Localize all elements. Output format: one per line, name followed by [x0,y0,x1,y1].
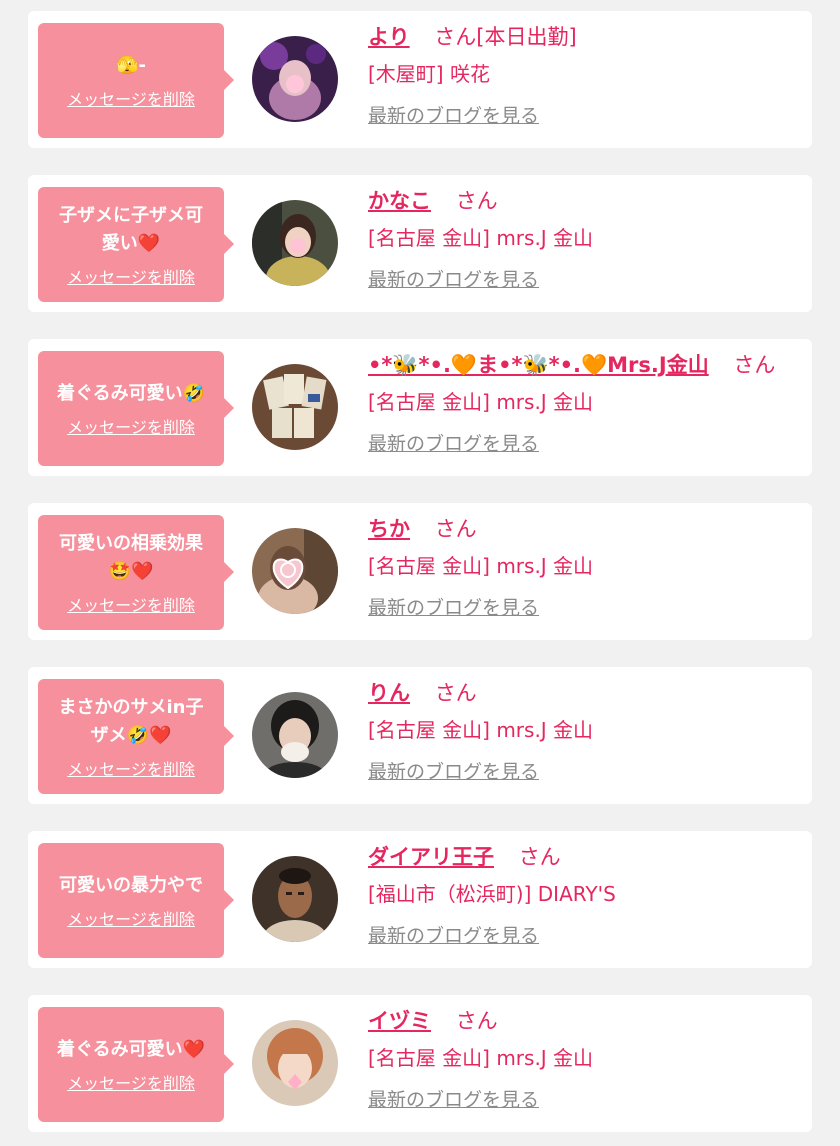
name-suffix: さん[本日出勤] [434,25,577,49]
message-card: 可愛いの相乗効果🤩❤️ メッセージを削除 ちか さん [名古屋 金山] mrs.… [28,503,812,640]
message-card: まさかのサメin子ザメ🤣❤️ メッセージを削除 りん さん [名古屋 金山] m… [28,667,812,804]
delete-message-link[interactable]: メッセージを削除 [67,756,195,780]
name-suffix: さん [434,517,477,541]
message-text: 🫣- [116,54,146,76]
latest-blog-link[interactable]: 最新のブログを見る [368,101,539,131]
message-list: 🫣- メッセージを削除 より さん[本日出勤] [木屋町] 咲花 最新のブログを… [0,0,840,1146]
delete-message-link[interactable]: メッセージを削除 [67,264,195,288]
user-name-link[interactable]: ちか [368,517,410,541]
avatar[interactable] [252,364,338,450]
avatar[interactable] [252,528,338,614]
user-info: •*🐝*•.🧡ま•*🐝*•.🧡Mrs.J金山 さん [名古屋 金山] mrs.J… [368,349,802,459]
delete-message-link[interactable]: メッセージを削除 [67,592,195,616]
user-info: より さん[本日出勤] [木屋町] 咲花 最新のブログを見る [368,21,802,131]
name-suffix: さん [733,353,776,377]
message-bubble: 着ぐるみ可愛い🤣 メッセージを削除 [38,351,234,466]
latest-blog-link[interactable]: 最新のブログを見る [368,429,539,459]
message-text: 可愛いの暴力やで [59,874,203,896]
name-suffix: さん [518,845,561,869]
user-name-link[interactable]: より [368,25,410,49]
shop-label: [木屋町] 咲花 [368,62,490,86]
delete-message-link[interactable]: メッセージを削除 [67,906,195,930]
message-card: 着ぐるみ可愛い🤣 メッセージを削除 •*🐝*•.🧡ま•*🐝*•.🧡Mrs.J金山… [28,339,812,476]
avatar[interactable] [252,36,338,122]
message-bubble: 着ぐるみ可愛い❤️ メッセージを削除 [38,1007,234,1122]
delete-message-link[interactable]: メッセージを削除 [67,1070,195,1094]
shop-label: [福山市（松浜町)] DIARY'S [368,882,616,906]
message-card: 🫣- メッセージを削除 より さん[本日出勤] [木屋町] 咲花 最新のブログを… [28,11,812,148]
message-text: まさかのサメin子ザメ🤣❤️ [58,696,204,746]
message-bubble: 可愛いの相乗効果🤩❤️ メッセージを削除 [38,515,234,630]
message-text: 着ぐるみ可愛い❤️ [56,1038,206,1060]
message-card: 可愛いの暴力やで メッセージを削除 ダイアリ王子 さん [福山市（松浜町)] D… [28,831,812,968]
shop-label: [名古屋 金山] mrs.J 金山 [368,554,594,578]
message-text: 着ぐるみ可愛い🤣 [56,382,206,404]
user-info: りん さん [名古屋 金山] mrs.J 金山 最新のブログを見る [368,677,802,787]
avatar[interactable] [252,692,338,778]
avatar[interactable] [252,1020,338,1106]
name-suffix: さん [434,681,477,705]
user-info: かなこ さん [名古屋 金山] mrs.J 金山 最新のブログを見る [368,185,802,295]
name-suffix: さん [455,189,498,213]
shop-label: [名古屋 金山] mrs.J 金山 [368,226,594,250]
user-name-link[interactable]: •*🐝*•.🧡ま•*🐝*•.🧡Mrs.J金山 [368,353,709,377]
latest-blog-link[interactable]: 最新のブログを見る [368,757,539,787]
message-card: 子ザメに子ザメ可愛い❤️ メッセージを削除 かなこ さん [名古屋 金山] mr… [28,175,812,312]
user-name-link[interactable]: イヅミ [368,1009,431,1033]
delete-message-link[interactable]: メッセージを削除 [67,86,195,110]
latest-blog-link[interactable]: 最新のブログを見る [368,921,539,951]
shop-label: [名古屋 金山] mrs.J 金山 [368,390,594,414]
message-bubble: 可愛いの暴力やで メッセージを削除 [38,843,234,958]
latest-blog-link[interactable]: 最新のブログを見る [368,265,539,295]
message-text: 子ザメに子ザメ可愛い❤️ [59,204,203,254]
message-bubble: 🫣- メッセージを削除 [38,23,234,138]
shop-label: [名古屋 金山] mrs.J 金山 [368,1046,594,1070]
user-name-link[interactable]: かなこ [368,189,431,213]
message-text: 可愛いの相乗効果🤩❤️ [59,532,203,582]
user-info: ダイアリ王子 さん [福山市（松浜町)] DIARY'S 最新のブログを見る [368,841,802,951]
message-bubble: まさかのサメin子ザメ🤣❤️ メッセージを削除 [38,679,234,794]
avatar[interactable] [252,856,338,942]
shop-label: [名古屋 金山] mrs.J 金山 [368,718,594,742]
avatar[interactable] [252,200,338,286]
name-suffix: さん [455,1009,498,1033]
delete-message-link[interactable]: メッセージを削除 [67,414,195,438]
latest-blog-link[interactable]: 最新のブログを見る [368,593,539,623]
user-info: ちか さん [名古屋 金山] mrs.J 金山 最新のブログを見る [368,513,802,623]
user-name-link[interactable]: ダイアリ王子 [368,845,494,869]
user-name-link[interactable]: りん [368,681,410,705]
message-card: 着ぐるみ可愛い❤️ メッセージを削除 イヅミ さん [名古屋 金山] mrs.J… [28,995,812,1132]
message-bubble: 子ザメに子ザメ可愛い❤️ メッセージを削除 [38,187,234,302]
user-info: イヅミ さん [名古屋 金山] mrs.J 金山 最新のブログを見る [368,1005,802,1115]
latest-blog-link[interactable]: 最新のブログを見る [368,1085,539,1115]
